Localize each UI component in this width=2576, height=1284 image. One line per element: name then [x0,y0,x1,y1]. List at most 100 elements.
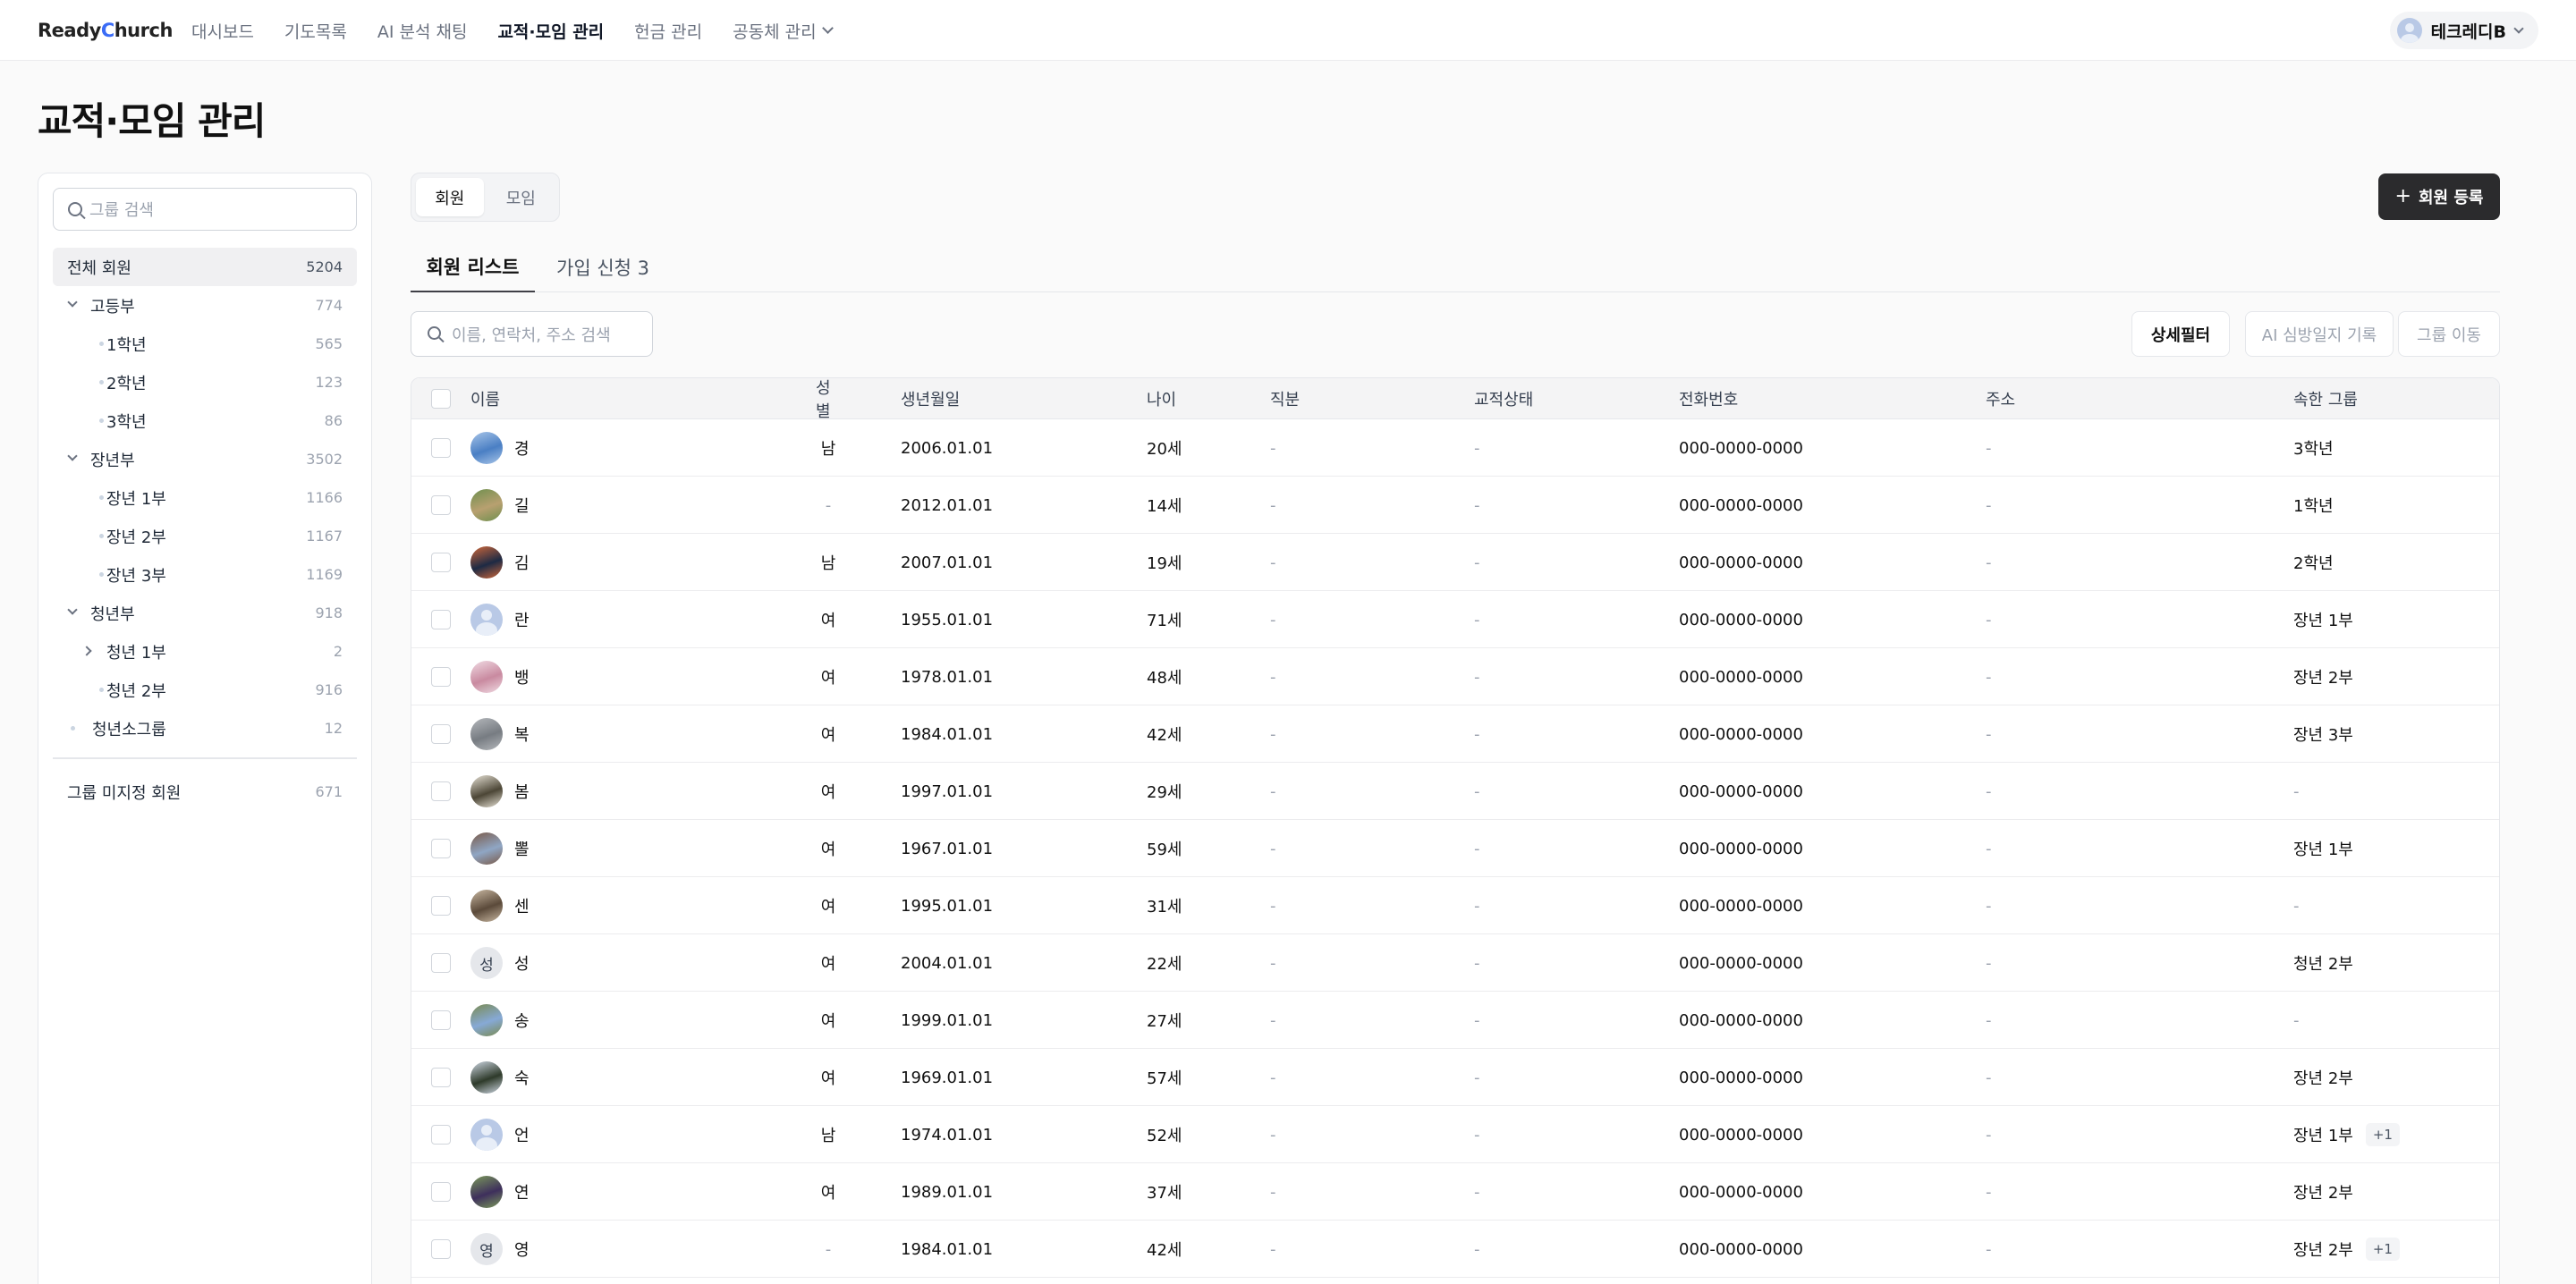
nav-members-groups[interactable]: 교적·모임 관리 [497,19,604,43]
cell-name[interactable]: 뱅 [514,648,530,705]
sidebar-item-group[interactable]: 청년소그룹 12 [53,709,357,748]
tab-member-list[interactable]: 회원 리스트 [411,241,535,292]
table-row[interactable]: 연 여 1989.01.01 37세 - - 000-0000-0000 - 장년 2부 [411,1163,2499,1221]
sidebar-item-group[interactable]: 장년 1부 1166 [53,478,357,517]
table-row[interactable]: 김 남 2007.01.01 19세 - - 000-0000-0000 - 2학년 [411,534,2499,591]
col-header-status[interactable]: 교적상태 [1474,378,1533,419]
cell-name[interactable]: 김 [514,534,530,591]
ai-visit-log-button[interactable]: AI 심방일지 기록 [2245,311,2394,357]
cell-address: - [1986,781,1992,801]
row-checkbox[interactable] [431,953,451,973]
row-checkbox[interactable] [431,1125,451,1145]
row-checkbox[interactable] [431,1239,451,1259]
nav-community[interactable]: 공동체 관리 [733,19,834,43]
cell-name[interactable]: 센 [514,877,530,934]
sidebar-item-group[interactable]: 2학년 123 [53,363,357,401]
row-checkbox[interactable] [431,1068,451,1087]
cell-age: 31세 [1147,898,1182,917]
ready-church-logo[interactable]: Ready Church [38,16,173,45]
table-row[interactable]: 영 영 - 1984.01.01 42세 - - 000-0000-0000 - 장년 2부 +1 [411,1221,2499,1278]
table-row[interactable]: 뽈 여 1967.01.01 59세 - - 000-0000-0000 - 장년 1부 [411,820,2499,877]
table-row[interactable]: 성 성 여 2004.01.01 22세 - - 000-0000-0000 - 청년 2부 [411,934,2499,992]
tab-join-requests[interactable]: 가입 신청 3 [556,241,649,292]
cell-name[interactable]: 란 [514,591,530,648]
row-checkbox[interactable] [431,1010,451,1030]
row-checkbox[interactable] [431,839,451,858]
col-header-group[interactable]: 속한 그룹 [2293,378,2358,419]
row-checkbox[interactable] [431,1182,451,1202]
nav-ai-chat[interactable]: AI 분석 채팅 [377,19,468,43]
segment-groups[interactable]: 모임 [487,178,555,216]
table-row[interactable]: 송 여 1999.01.01 27세 - - 000-0000-0000 - - [411,992,2499,1049]
nav-offering[interactable]: 헌금 관리 [634,19,702,43]
cell-name[interactable]: 숙 [514,1049,530,1106]
chevron-down-icon[interactable] [67,297,78,308]
sidebar-item-group[interactable]: 청년부 918 [53,594,357,632]
sidebar-item-group[interactable]: 장년 3부 1169 [53,555,357,594]
extra-group-badge[interactable]: +1 [2365,1123,2400,1146]
cell-name[interactable]: 연 [514,1163,530,1221]
cell-name[interactable]: 길 [514,477,530,534]
extra-group-badge[interactable]: +1 [2365,1238,2400,1261]
cell-name[interactable]: 성 [514,934,530,992]
chevron-down-icon[interactable] [67,451,78,461]
nav-prayer-list[interactable]: 기도목록 [284,19,347,43]
table-row[interactable]: 언 남 1974.01.01 52세 - - 000-0000-0000 - 장년 1부 +1 [411,1106,2499,1163]
chevron-down-icon[interactable] [67,604,78,615]
table-row[interactable]: 복 여 1984.01.01 42세 - - 000-0000-0000 - 장년 3부 [411,705,2499,763]
sidebar-item-label: 장년부 [90,451,135,470]
top-nav: Ready Church 대시보드 기도목록 AI 분석 채팅 교적·모임 관리… [0,0,2576,61]
table-row[interactable]: 경 남 2006.01.01 20세 - - 000-0000-0000 - 3학년 [411,419,2499,477]
move-group-button[interactable]: 그룹 이동 [2398,311,2500,357]
table-row[interactable]: 길 - 2012.01.01 14세 - - 000-0000-0000 - 1학년 [411,477,2499,534]
col-header-address[interactable]: 주소 [1986,378,2015,419]
group-sidebar: 그룹 검색 전체 회원 5204 고등부 774 1학년 565 2학년 123 3학년 86… [38,173,372,1284]
row-checkbox[interactable] [431,896,451,916]
sidebar-item-unassigned[interactable]: 그룹 미지정 회원 671 [53,773,357,811]
sidebar-item-group[interactable]: 고등부 774 [53,286,357,325]
cell-name[interactable]: 송 [514,992,530,1049]
sidebar-item-group[interactable]: 3학년 86 [53,401,357,440]
row-checkbox[interactable] [431,610,451,629]
col-header-name[interactable]: 이름 [470,378,500,419]
row-checkbox[interactable] [431,724,451,744]
col-header-phone[interactable]: 전화번호 [1679,378,1738,419]
table-row[interactable]: 센 여 1995.01.01 31세 - - 000-0000-0000 - - [411,877,2499,934]
register-member-button[interactable]: + 회원 등록 [2378,173,2500,220]
table-row[interactable]: 숙 여 1969.01.01 57세 - - 000-0000-0000 - 장년 2부 [411,1049,2499,1106]
cell-name[interactable]: 언 [514,1106,530,1163]
segment-members[interactable]: 회원 [416,178,484,216]
cell-name[interactable]: 복 [514,705,530,763]
table-row[interactable]: 란 여 1955.01.01 71세 - - 000-0000-0000 - 장년 1부 [411,591,2499,648]
col-header-gender[interactable]: 성별 [816,378,841,421]
cell-name[interactable]: 경 [514,419,530,477]
sidebar-item-group[interactable]: 1학년 565 [53,325,357,363]
cell-name[interactable]: 뽈 [514,820,530,877]
row-checkbox[interactable] [431,781,451,801]
cell-name[interactable]: 봄 [514,763,530,820]
group-search-input[interactable]: 그룹 검색 [53,188,357,231]
chevron-right-icon[interactable] [81,646,92,656]
sidebar-item-group[interactable]: 장년 2부 1167 [53,517,357,555]
col-header-birth[interactable]: 생년월일 [901,378,960,419]
detail-filter-button[interactable]: 상세필터 [2131,311,2230,357]
select-all-checkbox[interactable] [431,389,451,409]
nav-dashboard[interactable]: 대시보드 [191,19,254,43]
table-row[interactable]: 봄 여 1997.01.01 29세 - - 000-0000-0000 - - [411,763,2499,820]
user-menu[interactable]: 테크레디B [2389,12,2538,49]
cell-name[interactable]: 영 [514,1221,530,1278]
row-checkbox[interactable] [431,667,451,687]
row-checkbox[interactable] [431,495,451,515]
cell-position: - [1270,553,1276,572]
sidebar-item-group[interactable]: 청년 1부 2 [53,632,357,671]
row-checkbox[interactable] [431,553,451,572]
row-checkbox[interactable] [431,438,451,458]
sidebar-item-group[interactable]: 청년 2부 916 [53,671,357,709]
table-row[interactable]: 뱅 여 1978.01.01 48세 - - 000-0000-0000 - 장년 2부 [411,648,2499,705]
sidebar-item-unassigned-row[interactable]: 그룹 미지정 회원 671 [53,773,357,811]
member-search-input[interactable]: 이름, 연락처, 주소 검색 [411,311,653,357]
sidebar-item-all-members[interactable]: 전체 회원 5204 [53,248,357,286]
col-header-age[interactable]: 나이 [1147,378,1176,419]
col-header-position[interactable]: 직분 [1270,378,1300,419]
sidebar-item-group[interactable]: 장년부 3502 [53,440,357,478]
